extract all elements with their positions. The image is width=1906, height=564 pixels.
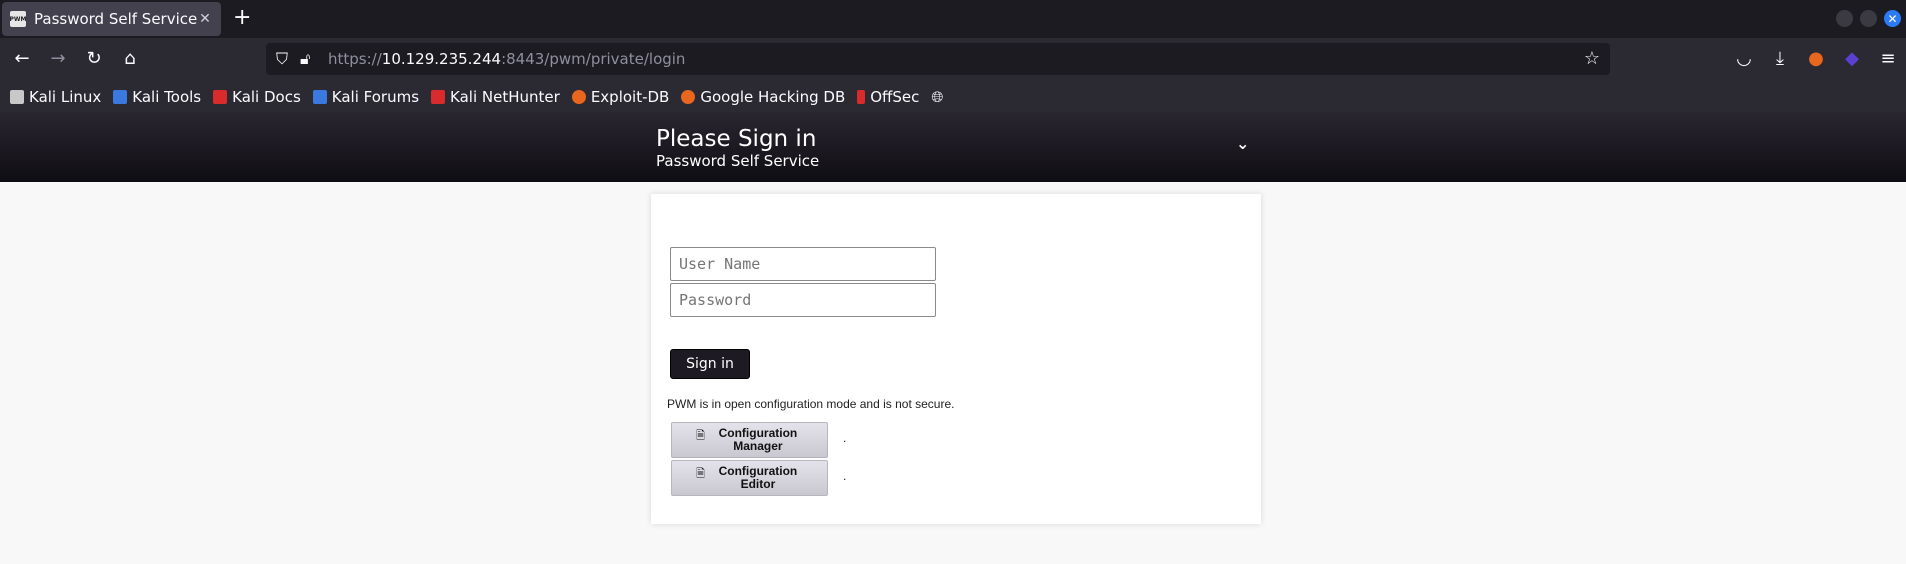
login-card: Sign in PWM is in open configuration mod… — [651, 194, 1261, 524]
address-bar[interactable]: ⛉ 🔓︎ https://10.129.235.244:8443/pwm/pri… — [266, 43, 1610, 75]
bookmark-label: Kali Tools — [132, 88, 202, 106]
back-arrow-icon[interactable]: ← — [11, 49, 33, 69]
bookmark-google-hacking-db[interactable]: Google Hacking DB — [681, 88, 845, 106]
bookmark-kali-linux[interactable]: Kali Linux — [10, 88, 101, 106]
configuration-manager-button[interactable]: 🗎︎ Configuration Manager — [671, 422, 828, 458]
kali-dragon-icon — [10, 90, 24, 104]
extension-icon[interactable]: ◆ — [1841, 49, 1863, 69]
close-tab-icon[interactable]: ✕ — [197, 11, 213, 27]
ghdb-icon — [681, 90, 696, 104]
configuration-editor-button[interactable]: 🗎︎ Configuration Editor — [671, 460, 828, 496]
url-path: :8443/pwm/private/login — [501, 50, 686, 68]
forward-arrow-icon[interactable]: → — [47, 49, 69, 69]
close-window-button[interactable]: ✕ — [1884, 10, 1901, 27]
kali-forums-icon — [312, 90, 327, 104]
bookmark-star-icon[interactable]: ☆ — [1584, 48, 1600, 69]
bookmark-label: Kali Forums — [331, 88, 420, 106]
password-input[interactable] — [670, 283, 936, 317]
separator-dot: . — [843, 469, 847, 483]
exploit-db-icon — [571, 90, 586, 104]
url-scheme: https:// — [328, 50, 382, 68]
bookmark-label: OffSec — [870, 88, 920, 106]
reload-icon[interactable]: ↻ — [83, 49, 105, 69]
config-mode-notice: PWM is in open configuration mode and is… — [667, 397, 955, 411]
bookmark-label: Google Hacking DB — [700, 88, 846, 106]
downloads-icon[interactable]: ⤓ — [1769, 49, 1791, 69]
nethunter-icon — [431, 90, 446, 104]
insecure-lock-icon[interactable]: 🔓︎ — [300, 49, 310, 69]
configuration-manager-label: Configuration Manager — [718, 426, 798, 453]
url-text[interactable]: https://10.129.235.244:8443/pwm/private/… — [328, 50, 685, 68]
page-header: Please Sign in Password Self Service ⌄ — [0, 112, 1906, 182]
kali-tools-icon — [113, 90, 128, 104]
kali-docs-icon — [213, 90, 228, 104]
globe-icon: 🌐︎ — [931, 88, 944, 106]
bookmark-kali-forums[interactable]: Kali Forums — [312, 88, 420, 106]
configuration-editor-label: Configuration Editor — [718, 464, 798, 491]
bookmark-label: Kali NetHunter — [450, 88, 560, 106]
browser-tab[interactable]: PWM Password Self Service ✕ — [2, 2, 221, 36]
menu-icon[interactable]: ≡ — [1877, 49, 1899, 69]
bookmark-kali-docs[interactable]: Kali Docs — [213, 88, 301, 106]
home-icon[interactable]: ⌂ — [119, 49, 141, 69]
tab-strip: PWM Password Self Service ✕ + ✕ — [0, 0, 1906, 38]
username-input[interactable] — [670, 247, 936, 281]
minimize-window-button[interactable] — [1836, 10, 1853, 27]
maximize-window-button[interactable] — [1860, 10, 1877, 27]
page-title: Please Sign in — [656, 126, 817, 152]
pocket-icon[interactable]: ◡ — [1733, 49, 1755, 69]
bookmark-label: Kali Docs — [232, 88, 301, 106]
page-subtitle: Password Self Service — [656, 152, 820, 170]
tab-title: Password Self Service — [34, 10, 197, 28]
new-tab-icon[interactable]: + — [233, 7, 251, 29]
foxyproxy-extension-icon[interactable]: ● — [1805, 49, 1827, 69]
offsec-icon — [857, 90, 866, 104]
document-icon: 🗎︎ — [696, 429, 705, 442]
bookmark-label: Kali Linux — [29, 88, 102, 106]
tracking-shield-icon[interactable]: ⛉ — [276, 49, 288, 69]
bookmarks-toolbar: Kali Linux Kali Tools Kali Docs Kali For… — [0, 82, 1906, 112]
separator-dot: . — [843, 431, 847, 445]
sign-in-button[interactable]: Sign in — [670, 349, 750, 379]
chevron-down-icon[interactable]: ⌄ — [1236, 134, 1249, 153]
url-host: 10.129.235.244 — [381, 50, 502, 68]
bookmark-globe[interactable]: 🌐︎ — [931, 88, 943, 106]
bookmark-label: Exploit-DB — [590, 88, 670, 106]
pwm-favicon-icon: PWM — [10, 11, 27, 27]
bookmark-kali-tools[interactable]: Kali Tools — [113, 88, 201, 106]
document-icon: 🗎︎ — [696, 467, 705, 480]
navigation-toolbar: ← → ↻ ⌂ ⛉ 🔓︎ https://10.129.235.244:8443… — [0, 38, 1906, 82]
bookmark-kali-nethunter[interactable]: Kali NetHunter — [431, 88, 560, 106]
bookmark-exploit-db[interactable]: Exploit-DB — [571, 88, 670, 106]
bookmark-offsec[interactable]: OffSec — [857, 88, 919, 106]
